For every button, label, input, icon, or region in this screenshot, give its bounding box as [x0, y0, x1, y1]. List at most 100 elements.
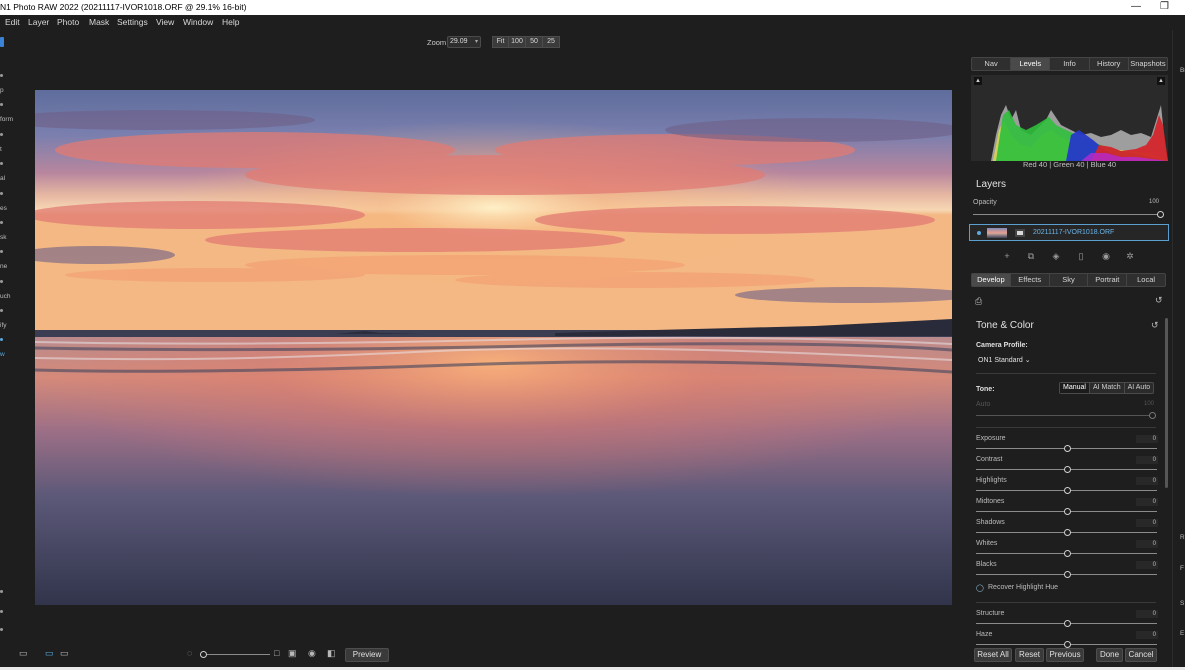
- reset-all-button[interactable]: Reset All: [974, 648, 1012, 662]
- tool-icon[interactable]: [0, 250, 3, 253]
- layer-visibility-icon[interactable]: [977, 231, 981, 235]
- fill-layer-icon[interactable]: ◈: [1050, 251, 1062, 262]
- tool-label[interactable]: sk: [0, 234, 7, 241]
- single-view-icon[interactable]: ▭: [45, 648, 54, 659]
- edge-label[interactable]: E: [1180, 630, 1184, 637]
- tool-icon[interactable]: [0, 74, 3, 77]
- tab-local[interactable]: Local: [1127, 274, 1165, 286]
- whites-slider-knob[interactable]: [1063, 550, 1071, 557]
- tool-label[interactable]: es: [0, 205, 7, 212]
- tool-label[interactable]: p: [0, 87, 4, 94]
- tool-icon[interactable]: [0, 280, 3, 283]
- tool-icon[interactable]: [0, 192, 3, 195]
- contrast-slider-knob[interactable]: [1063, 466, 1071, 473]
- menu-view[interactable]: View: [156, 17, 174, 27]
- exposure-slider-knob[interactable]: [1063, 445, 1071, 452]
- tool-label[interactable]: uch: [0, 293, 10, 300]
- done-button[interactable]: Done: [1096, 648, 1123, 662]
- brush-size-slider[interactable]: [200, 654, 270, 655]
- preset-icon[interactable]: ⎙: [975, 296, 982, 307]
- layer-mask-icon[interactable]: [1015, 229, 1025, 237]
- brush-size-knob[interactable]: [200, 651, 207, 658]
- camera-profile-select[interactable]: ON1 Standard ⌄: [978, 356, 1031, 364]
- tool-label[interactable]: al: [0, 175, 5, 182]
- edge-label[interactable]: F: [1180, 565, 1184, 572]
- edge-label[interactable]: Br: [1180, 67, 1185, 74]
- zoom-select[interactable]: 29.09 ▾: [447, 36, 481, 48]
- minimize-icon[interactable]: —: [1131, 1, 1141, 13]
- zoom-50-button[interactable]: 50: [525, 36, 543, 48]
- tool-icon[interactable]: [0, 610, 3, 613]
- tool-icon[interactable]: [0, 590, 3, 593]
- add-layer-icon[interactable]: +: [1001, 251, 1013, 261]
- tool-icon[interactable]: [0, 628, 3, 631]
- filmstrip-icon[interactable]: ▭: [19, 648, 28, 659]
- midtones-slider-knob[interactable]: [1063, 508, 1071, 515]
- reset-module-icon[interactable]: ↺: [1155, 295, 1163, 306]
- zoom-25-button[interactable]: 25: [542, 36, 560, 48]
- menu-settings[interactable]: Settings: [117, 17, 148, 27]
- edge-label[interactable]: S: [1180, 600, 1184, 607]
- tool-label[interactable]: ne: [0, 263, 7, 270]
- tab-history[interactable]: History: [1090, 58, 1129, 70]
- tool-icon[interactable]: [0, 162, 3, 165]
- menu-edit[interactable]: Edit: [5, 17, 20, 27]
- mask-overlay-icon[interactable]: ▣: [288, 648, 297, 659]
- highlights-slider-knob[interactable]: [1063, 487, 1071, 494]
- reset-button[interactable]: Reset: [1015, 648, 1044, 662]
- menu-help[interactable]: Help: [222, 17, 239, 27]
- contrast-value[interactable]: 0: [1136, 456, 1158, 464]
- blacks-slider-knob[interactable]: [1063, 571, 1071, 578]
- exposure-value[interactable]: 0: [1136, 435, 1158, 443]
- lasso-icon[interactable]: ◌: [187, 648, 192, 658]
- shadows-value[interactable]: 0: [1136, 519, 1158, 527]
- shadows-slider-knob[interactable]: [1063, 529, 1071, 536]
- tab-snapshots[interactable]: Snapshots: [1129, 58, 1167, 70]
- structure-value[interactable]: 0: [1136, 610, 1158, 618]
- cancel-button[interactable]: Cancel: [1125, 648, 1157, 662]
- haze-value[interactable]: 0: [1136, 631, 1158, 639]
- tool-icon[interactable]: [0, 338, 3, 341]
- tone-mode-ai-auto[interactable]: AI Auto: [1125, 383, 1154, 393]
- menu-mask[interactable]: Mask: [89, 17, 109, 27]
- reset-tone-icon[interactable]: ↺: [1151, 320, 1159, 331]
- recover-highlight-label[interactable]: Recover Highlight Hue: [988, 584, 1058, 591]
- menu-window[interactable]: Window: [183, 17, 213, 27]
- tone-mode-ai-match[interactable]: AI Match: [1090, 383, 1125, 393]
- preview-button[interactable]: Preview: [345, 648, 389, 662]
- zoom-fit-button[interactable]: Fit: [492, 36, 509, 48]
- photo-canvas[interactable]: [35, 90, 952, 605]
- edge-label[interactable]: R: [1180, 534, 1185, 541]
- previous-button[interactable]: Previous: [1046, 648, 1084, 662]
- menu-layer[interactable]: Layer: [28, 17, 49, 27]
- tool-icon[interactable]: [0, 309, 3, 312]
- layer-settings-icon[interactable]: ✲: [1124, 251, 1136, 262]
- tab-info[interactable]: Info: [1050, 58, 1090, 70]
- tab-nav[interactable]: Nav: [972, 58, 1012, 70]
- merge-layer-icon[interactable]: ◉: [1100, 251, 1112, 262]
- tab-sky[interactable]: Sky: [1050, 274, 1089, 286]
- panel-scrollbar[interactable]: [1165, 318, 1168, 488]
- compare-view-icon[interactable]: ▭: [60, 648, 69, 659]
- tab-effects[interactable]: Effects: [1011, 274, 1050, 286]
- restore-icon[interactable]: ❐: [1160, 1, 1169, 13]
- blacks-value[interactable]: 0: [1136, 561, 1158, 569]
- tool-label[interactable]: ify: [0, 322, 7, 329]
- tab-portrait[interactable]: Portrait: [1088, 274, 1128, 286]
- circle-mask-icon[interactable]: ◉: [308, 648, 316, 659]
- tab-develop[interactable]: Develop: [972, 274, 1011, 286]
- zoom-100-button[interactable]: 100: [508, 36, 526, 48]
- duplicate-layer-icon[interactable]: ⧉: [1025, 251, 1037, 262]
- highlights-value[interactable]: 0: [1136, 477, 1158, 485]
- tool-icon[interactable]: [0, 103, 3, 106]
- tool-icon[interactable]: [0, 221, 3, 224]
- midtones-value[interactable]: 0: [1136, 498, 1158, 506]
- compare-icon[interactable]: ◧: [327, 648, 336, 659]
- tool-label[interactable]: form: [0, 116, 13, 123]
- delete-layer-icon[interactable]: ▯: [1075, 251, 1087, 262]
- opacity-slider-knob[interactable]: [1157, 211, 1164, 218]
- square-icon[interactable]: □: [274, 648, 279, 658]
- whites-value[interactable]: 0: [1136, 540, 1158, 548]
- structure-slider-knob[interactable]: [1063, 620, 1071, 627]
- tool-label[interactable]: w: [0, 351, 5, 358]
